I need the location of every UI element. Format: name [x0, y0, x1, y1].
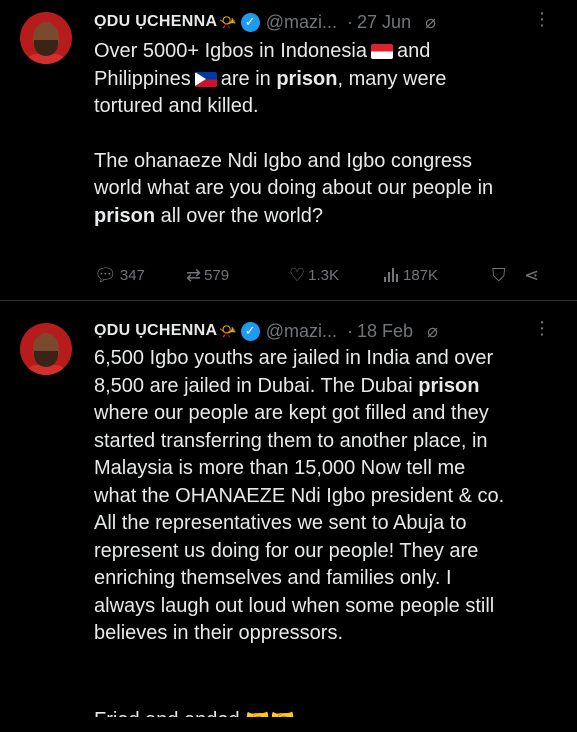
- author-handle[interactable]: @mazi...: [266, 12, 337, 33]
- verified-badge-icon: ✓: [240, 321, 260, 341]
- like-button[interactable]: ♡ 1.3K: [289, 265, 339, 286]
- more-icon[interactable]: ⋮: [533, 318, 551, 339]
- share-icon: ⋖: [524, 264, 540, 285]
- bookmark-icon: ⛉: [492, 264, 506, 285]
- author-handle[interactable]: @mazi...: [266, 321, 337, 342]
- views-icon: [384, 268, 398, 282]
- tweet-text: 6,500 Igbo youths are jailed in India an…: [94, 347, 505, 644]
- views-count: 187K: [403, 266, 439, 284]
- tweet-header: ỌDU ỤCHENNA 📯 ✓ @mazi... · 18 Feb ⌀ ⋮: [94, 318, 577, 344]
- reply-icon: 💬︎: [94, 264, 117, 285]
- grok-icon[interactable]: ⌀: [425, 12, 436, 33]
- truncated-line: Fried and ended 🤝🤝: [94, 709, 296, 731]
- separator: ·: [347, 11, 354, 32]
- more-icon[interactable]: ⋮: [533, 9, 551, 30]
- heart-icon: ♡: [289, 264, 306, 285]
- reply-count: 347: [119, 266, 145, 284]
- tweet-2[interactable]: ỌDU ỤCHENNA 📯 ✓ @mazi... · 18 Feb ⌀ ⋮ 6,…: [0, 300, 577, 722]
- horn-emoji-icon: 📯: [219, 322, 237, 339]
- retweet-count: 579: [204, 266, 230, 284]
- avatar[interactable]: [20, 12, 72, 64]
- indonesia-flag-icon: [370, 44, 393, 59]
- tweet-date[interactable]: 18 Feb: [357, 321, 413, 342]
- action-bar: 💬︎ 347 ⇄ 579 ♡ 1.3K 187K ⛉ ⋖: [94, 262, 554, 288]
- verified-badge-icon: ✓: [240, 12, 260, 32]
- bookmark-button[interactable]: ⛉: [492, 265, 509, 286]
- retweet-icon: ⇄: [186, 264, 202, 285]
- avatar[interactable]: [20, 323, 72, 375]
- share-button[interactable]: ⋖: [524, 265, 542, 286]
- like-count: 1.3K: [308, 266, 339, 284]
- grok-icon[interactable]: ⌀: [427, 321, 438, 342]
- author-name[interactable]: ỌDU ỤCHENNA: [94, 13, 217, 31]
- author-name[interactable]: ỌDU ỤCHENNA: [94, 322, 217, 340]
- tweet-text: Over 5000+ Igbos in Indonesia and Philipp…: [94, 40, 494, 227]
- tweet-header: ỌDU ỤCHENNA 📯 ✓ @mazi... · 27 Jun ⌀ ⋮: [94, 9, 577, 35]
- reply-button[interactable]: 💬︎ 347: [94, 265, 145, 286]
- tweet-date[interactable]: 27 Jun: [357, 12, 411, 33]
- retweet-button[interactable]: ⇄ 579: [186, 265, 229, 286]
- separator: ·: [347, 320, 354, 341]
- views-button[interactable]: 187K: [384, 267, 438, 284]
- horn-emoji-icon: 📯: [219, 13, 237, 30]
- philippines-flag-icon: [194, 71, 217, 87]
- tweet-1[interactable]: ỌDU ỤCHENNA 📯 ✓ @mazi... · 27 Jun ⌀ ⋮ Ov…: [0, 0, 577, 300]
